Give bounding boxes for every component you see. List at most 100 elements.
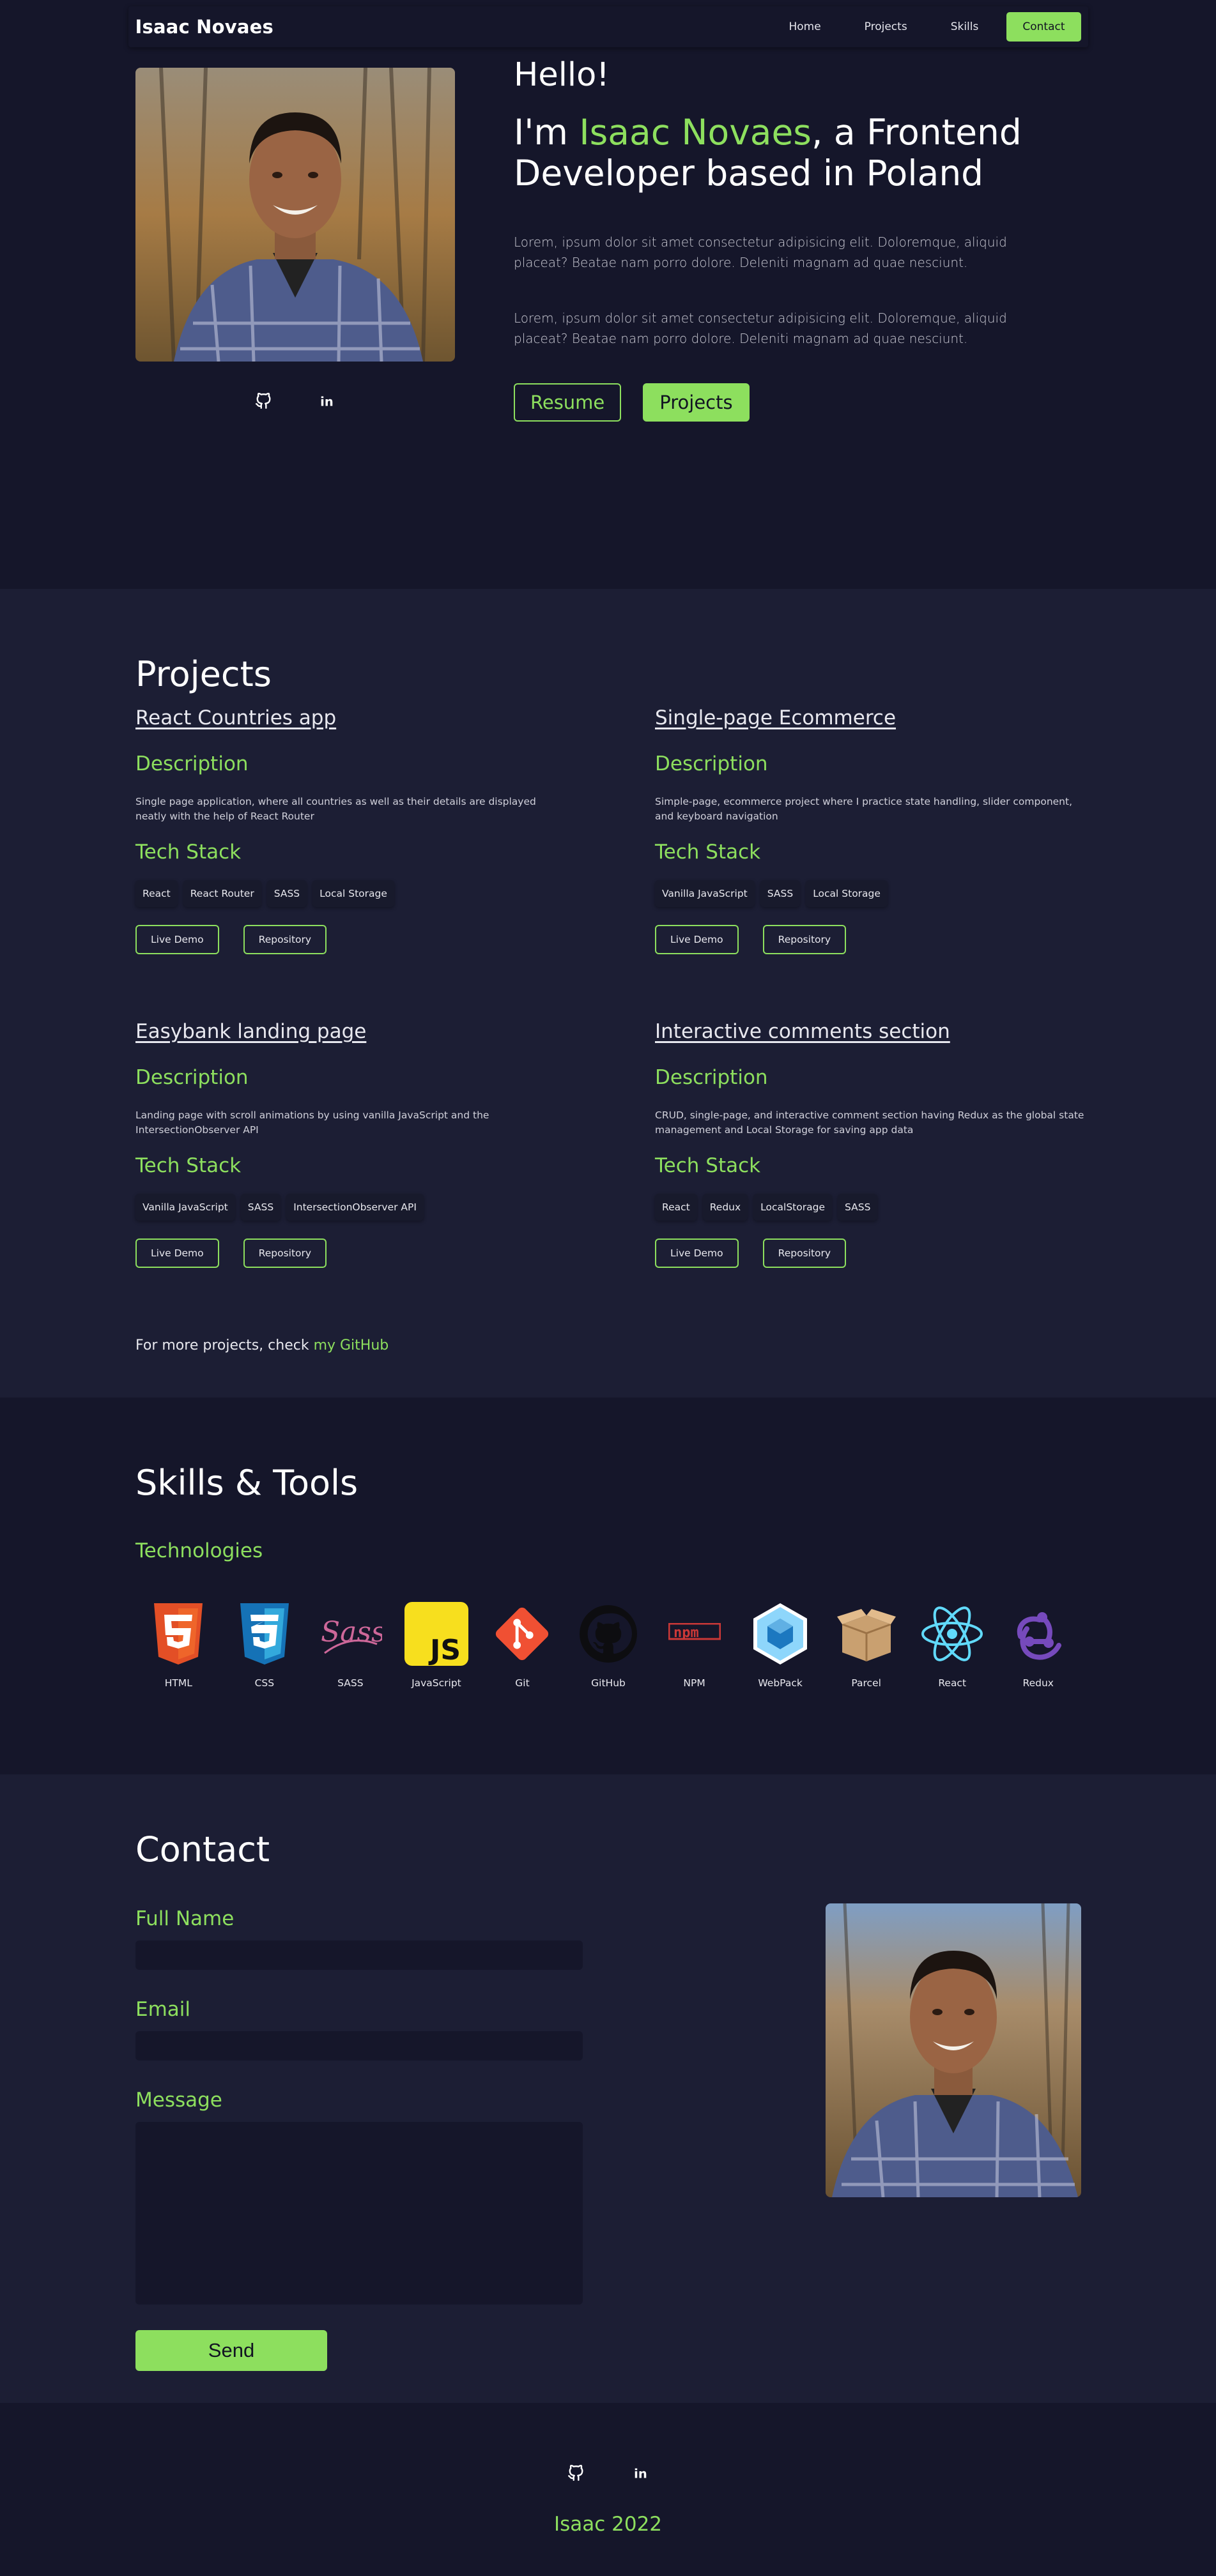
skill-item: Git <box>479 1602 566 1689</box>
sass-icon: Sass <box>318 1602 382 1666</box>
tech-tag: Vanilla JavaScript <box>655 880 755 907</box>
skill-name: CSS <box>254 1677 275 1689</box>
nav-home[interactable]: Home <box>768 13 841 41</box>
project-card: Interactive comments section Description… <box>655 1020 1089 1268</box>
project-buttons: Live Demo Repository <box>135 1238 570 1268</box>
navbar: Isaac Novaes Home Projects Skills Contac… <box>128 6 1088 47</box>
tech-tag: LocalStorage <box>753 1194 832 1221</box>
projects-button[interactable]: Projects <box>643 383 750 422</box>
footer-credit: Isaac 2022 <box>553 2513 663 2536</box>
tech-tag: Local Storage <box>806 880 888 907</box>
skill-name: SASS <box>337 1677 364 1689</box>
skill-item: React <box>909 1602 996 1689</box>
contact-section: Contact Full Name Email Message Send <box>0 1774 1216 2403</box>
description-heading: Description <box>655 752 768 775</box>
footer-social-links: in <box>0 2464 1216 2482</box>
projects-section: Projects React Countries app Description… <box>0 589 1216 1398</box>
brand-logo[interactable]: Isaac Novaes <box>135 16 273 38</box>
linkedin-icon[interactable]: in <box>318 392 336 410</box>
svg-text:in: in <box>634 2467 647 2481</box>
css3-icon <box>233 1602 296 1666</box>
github-icon <box>576 1602 640 1666</box>
send-button[interactable]: Send <box>135 2330 327 2371</box>
redux-icon <box>1006 1602 1070 1666</box>
skills-title: Skills & Tools <box>135 1463 358 1503</box>
skills-list: HTML CSS Sass SASS JS JavaScript Git Git… <box>135 1602 1081 1689</box>
tech-tags: React Redux LocalStorage SASS <box>655 1194 1089 1221</box>
project-card: Single-page Ecommerce Description Simple… <box>655 706 1089 954</box>
tech-tag: SASS <box>240 1194 281 1221</box>
project-description: Simple-page, ecommerce project where I p… <box>655 796 1073 822</box>
skill-item: Sass SASS <box>307 1602 394 1689</box>
skill-item: JS JavaScript <box>394 1602 480 1689</box>
npm-icon: npm <box>663 1602 727 1666</box>
tech-tag: Redux <box>702 1194 748 1221</box>
project-buttons: Live Demo Repository <box>655 1238 1089 1268</box>
intro-name: Isaac Novaes <box>579 112 812 153</box>
html5-icon <box>146 1602 210 1666</box>
svg-text:in: in <box>320 395 334 409</box>
svg-text:npm: npm <box>673 1625 699 1641</box>
project-card: Easybank landing page Description Landin… <box>135 1020 570 1268</box>
live-demo-button[interactable]: Live Demo <box>135 1238 219 1268</box>
project-description: CRUD, single-page, and interactive comme… <box>655 1109 1084 1136</box>
tech-tag: Local Storage <box>312 880 394 907</box>
contact-title: Contact <box>135 1829 270 1870</box>
project-title-link[interactable]: Interactive comments section <box>655 1020 950 1043</box>
linkedin-icon[interactable]: in <box>632 2464 650 2482</box>
full-name-label: Full Name <box>135 1907 235 1930</box>
skill-item: npm NPM <box>651 1602 737 1689</box>
message-field[interactable] <box>135 2122 583 2305</box>
repository-button[interactable]: Repository <box>243 1238 327 1268</box>
skill-name: GitHub <box>591 1677 626 1689</box>
skill-item: WebPack <box>737 1602 824 1689</box>
description-heading: Description <box>655 1066 768 1089</box>
skill-name: JavaScript <box>412 1677 461 1689</box>
project-title-link[interactable]: React Countries app <box>135 706 336 729</box>
skill-name: HTML <box>164 1677 192 1689</box>
tech-tag: React <box>655 1194 697 1221</box>
project-card: React Countries app Description Single p… <box>135 706 570 954</box>
live-demo-button[interactable]: Live Demo <box>655 925 739 954</box>
tech-tag: React <box>135 880 178 907</box>
nav-contact-button[interactable]: Contact <box>1006 12 1081 42</box>
project-description: Single page application, where all count… <box>135 796 536 822</box>
tech-stack-heading: Tech Stack <box>135 1154 242 1177</box>
github-icon[interactable] <box>567 2464 585 2482</box>
tech-tags: Vanilla JavaScript SASS Local Storage <box>655 880 1089 907</box>
hero-section: Isaac Novaes Home Projects Skills Contac… <box>0 0 1216 589</box>
react-icon <box>920 1602 984 1666</box>
tech-tag: IntersectionObserver API <box>286 1194 424 1221</box>
resume-button[interactable]: Resume <box>514 383 622 422</box>
git-icon <box>490 1602 554 1666</box>
tech-stack-heading: Tech Stack <box>655 1154 761 1177</box>
tech-tag: SASS <box>838 1194 878 1221</box>
contact-form: Full Name Email Message Send <box>135 1907 583 2371</box>
skill-name: WebPack <box>758 1677 803 1689</box>
tech-tags: Vanilla JavaScript SASS IntersectionObse… <box>135 1194 570 1221</box>
github-link[interactable]: my GitHub <box>314 1338 389 1353</box>
hero-greeting: Hello! <box>514 56 610 94</box>
nav-skills[interactable]: Skills <box>930 13 999 41</box>
javascript-icon: JS <box>404 1602 468 1666</box>
repository-button[interactable]: Repository <box>762 1238 847 1268</box>
repository-button[interactable]: Repository <box>243 925 327 954</box>
repository-button[interactable]: Repository <box>762 925 847 954</box>
project-title-link[interactable]: Single-page Ecommerce <box>655 706 896 729</box>
live-demo-button[interactable]: Live Demo <box>135 925 219 954</box>
more-projects-text: For more projects, check my GitHub <box>135 1338 389 1353</box>
github-icon[interactable] <box>254 392 272 410</box>
project-title-link[interactable]: Easybank landing page <box>135 1020 366 1043</box>
nav-projects[interactable]: Projects <box>844 13 928 41</box>
skill-name: React <box>938 1677 967 1689</box>
hero-buttons: Resume Projects <box>514 383 1038 422</box>
description-heading: Description <box>135 752 249 775</box>
live-demo-button[interactable]: Live Demo <box>655 1238 739 1268</box>
skill-item: HTML <box>135 1602 222 1689</box>
full-name-field[interactable] <box>135 1940 583 1970</box>
skill-item: CSS <box>222 1602 308 1689</box>
tech-tags: React React Router SASS Local Storage <box>135 880 570 907</box>
project-description: Landing page with scroll animations by u… <box>135 1109 489 1136</box>
hero-social-links: in <box>135 392 455 410</box>
email-field[interactable] <box>135 2031 583 2061</box>
